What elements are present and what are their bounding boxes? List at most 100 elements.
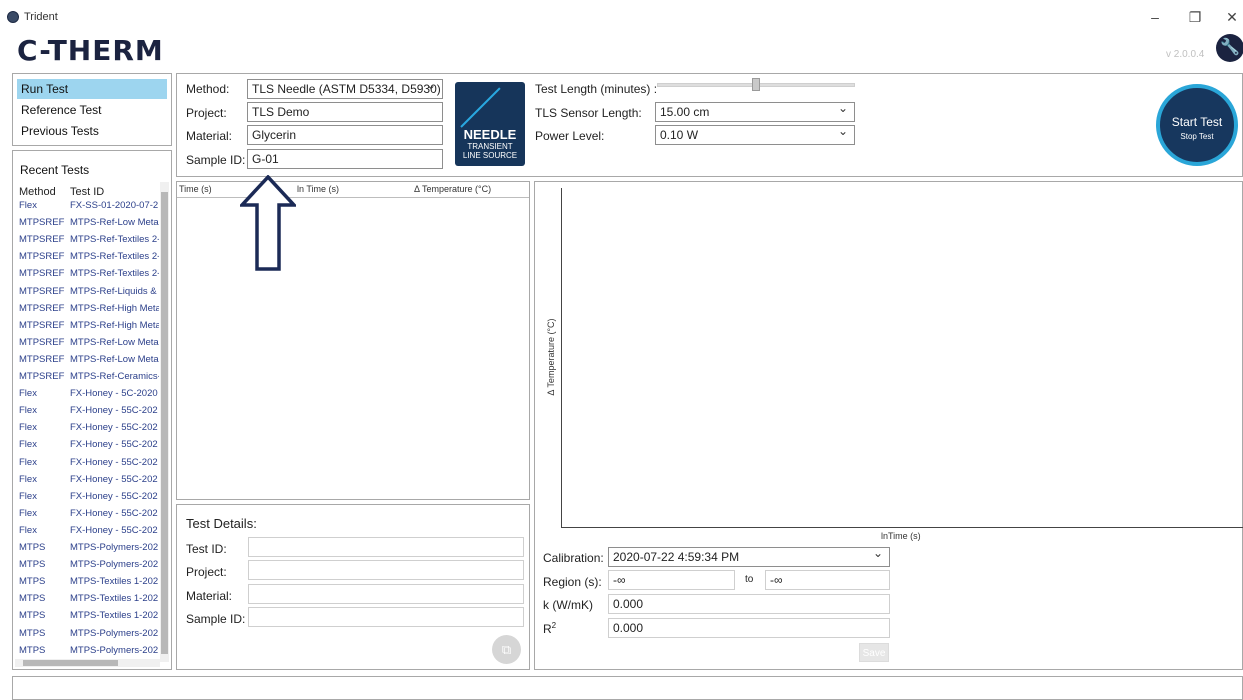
power-level-select[interactable]: 0.10 W [655,125,855,145]
recent-test-method: Flex [19,490,37,502]
recent-test-id: FX-Honey - 55C-202 [70,507,158,519]
test-length-label: Test Length (minutes) : [535,82,658,96]
needle-logo-line2: TRANSIENT [467,142,513,151]
recent-test-row[interactable]: MTPSREF MTPS-Ref-Liquids & [19,286,159,303]
details-test-id-field[interactable] [248,537,524,557]
col-method[interactable]: Method [19,186,70,198]
recent-test-method: MTPSREF [19,217,65,229]
sensor-length-select[interactable]: 15.00 cm [655,102,855,122]
recent-test-method: MTPS [19,610,46,622]
recent-test-id: MTPS-Textiles 1-202 [70,593,159,605]
recent-scrollbar-h[interactable] [15,659,160,667]
recent-test-row[interactable]: MTPSREF MTPS-Ref-Low Meta [19,337,159,354]
save-button[interactable]: Save [859,643,889,662]
recent-test-row[interactable]: MTPSREF MTPS-Ref-Low Meta [19,354,159,371]
recent-test-row[interactable]: MTPS MTPS-Polymers-202 [19,628,159,645]
recent-test-id: MTPS-Ref-High Meta [70,319,159,331]
sample-id-input[interactable]: G-01 [247,149,443,169]
recent-test-row[interactable]: MTPSREF MTPS-Ref-Ceramics- [19,371,159,388]
recent-scrollbar-v[interactable] [160,182,169,662]
recent-test-row[interactable]: MTPSREF MTPS-Ref-Textiles 2- [19,268,159,285]
restore-button[interactable]: ❐ [1182,6,1208,28]
recent-test-method: Flex [19,456,37,468]
r2-value-field: 0.000 [608,618,890,638]
recent-test-method: MTPSREF [19,353,65,365]
recent-test-id: MTPS-Ref-Low Meta [70,217,159,229]
region-from-input[interactable]: -∞ [608,570,735,590]
scroll-h-thumb[interactable] [23,660,118,666]
test-length-slider-thumb[interactable] [752,78,760,91]
nav-reference-test[interactable]: Reference Test [17,100,167,120]
recent-test-row[interactable]: MTPSREF MTPS-Ref-Low Meta [19,217,159,234]
minimize-button[interactable]: – [1142,6,1168,28]
recent-test-id: MTPS-Textiles 1-202 [70,576,159,588]
col-test-id[interactable]: Test ID [70,186,104,198]
export-icon[interactable]: ⧉ [492,635,521,664]
recent-test-id: FX-Honey - 55C-202 [70,405,158,417]
recent-test-row[interactable]: MTPS MTPS-Polymers-202 [19,559,159,576]
recent-test-row[interactable]: Flex FX-SS-01-2020-07-2 [19,200,159,217]
recent-test-id: MTPS-Polymers-202 [70,559,159,571]
recent-test-row[interactable]: Flex FX-Honey - 55C-202 [19,525,159,542]
recent-test-id: FX-Honey - 55C-202 [70,524,158,536]
details-test-id-label: Test ID: [186,542,227,556]
region-to-label: to [745,574,754,585]
details-material-label: Material: [186,589,233,603]
method-select[interactable]: TLS Needle (ASTM D5334, D5930) [247,79,443,99]
recent-test-method: Flex [19,200,37,211]
recent-test-row[interactable]: Flex FX-Honey - 55C-202 [19,457,159,474]
recent-test-id: FX-Honey - 55C-202 [70,456,158,468]
chart-x-label: lnTime (s) [881,531,921,541]
recent-test-method: MTPS [19,644,46,656]
recent-test-id: FX-Honey - 55C-202 [70,439,158,451]
app-icon [7,11,19,23]
test-details-title: Test Details: [186,516,257,531]
recent-test-method: Flex [19,473,37,485]
nav-run-test[interactable]: Run Test [17,79,167,99]
project-input[interactable]: TLS Demo [247,102,443,122]
recent-test-row[interactable]: Flex FX-Honey - 55C-202 [19,508,159,525]
close-button[interactable]: ✕ [1219,6,1243,28]
recent-test-id: FX-Honey - 55C-202 [70,490,158,502]
method-label: Method: [186,82,230,96]
stop-test-label[interactable]: Stop Test [1160,132,1234,141]
data-table-panel: Time (s) ln Time (s) Δ Temperature (°C) [176,181,530,500]
recent-tests-title: Recent Tests [20,163,90,177]
details-material-field[interactable] [248,584,524,604]
start-test-button[interactable]: Start Test Stop Test [1156,84,1238,166]
r2-label-text: R [543,622,552,636]
recent-test-row[interactable]: MTPSREF MTPS-Ref-High Meta [19,303,159,320]
calibration-select[interactable]: 2020-07-22 4:59:34 PM [608,547,890,567]
recent-test-row[interactable]: MTPSREF MTPS-Ref-Textiles 2- [19,234,159,251]
recent-test-row[interactable]: Flex FX-Honey - 55C-202 [19,439,159,456]
recent-test-method: MTPSREF [19,285,65,297]
details-project-label: Project: [186,565,227,579]
scroll-thumb[interactable] [161,192,168,654]
recent-tests-panel: Recent Tests Method Test ID Flex FX-SS-01-… [12,150,172,670]
r2-label-sup: 2 [551,621,557,630]
recent-test-row[interactable]: Flex FX-Honey - 55C-202 [19,405,159,422]
material-input[interactable]: Glycerin [247,125,443,145]
wrench-icon[interactable]: 🔧 [1216,34,1243,62]
recent-test-row[interactable]: Flex FX-Honey - 55C-202 [19,422,159,439]
col-time: Time (s) [179,184,212,194]
recent-test-row[interactable]: MTPS MTPS-Textiles 1-202 [19,576,159,593]
recent-test-row[interactable]: Flex FX-Honey - 5C-2020 [19,388,159,405]
recent-test-row[interactable]: MTPSREF MTPS-Ref-Textiles 2- [19,251,159,268]
recent-test-id: MTPS-Ref-Low Meta [70,353,159,365]
recent-test-row[interactable]: Flex FX-Honey - 55C-202 [19,474,159,491]
sample-id-label: Sample ID: [186,153,246,167]
recent-test-row[interactable]: MTPSREF MTPS-Ref-High Meta [19,320,159,337]
recent-test-row[interactable]: MTPS MTPS-Polymers-202 [19,542,159,559]
recent-test-id: MTPS-Ref-Low Meta [70,336,159,348]
recent-test-row[interactable]: MTPS MTPS-Textiles 1-202 [19,610,159,627]
details-sample-id-field[interactable] [248,607,524,627]
recent-test-row[interactable]: Flex FX-Honey - 55C-202 [19,491,159,508]
k-label: k (W/mK) [543,598,593,612]
region-to-input[interactable]: -∞ [765,570,890,590]
recent-test-row[interactable]: MTPS MTPS-Textiles 1-202 [19,593,159,610]
recent-test-method: MTPS [19,559,46,571]
nav-previous-tests[interactable]: Previous Tests [17,121,167,141]
recent-test-id: MTPS-Polymers-202 [70,644,159,656]
details-project-field[interactable] [248,560,524,580]
